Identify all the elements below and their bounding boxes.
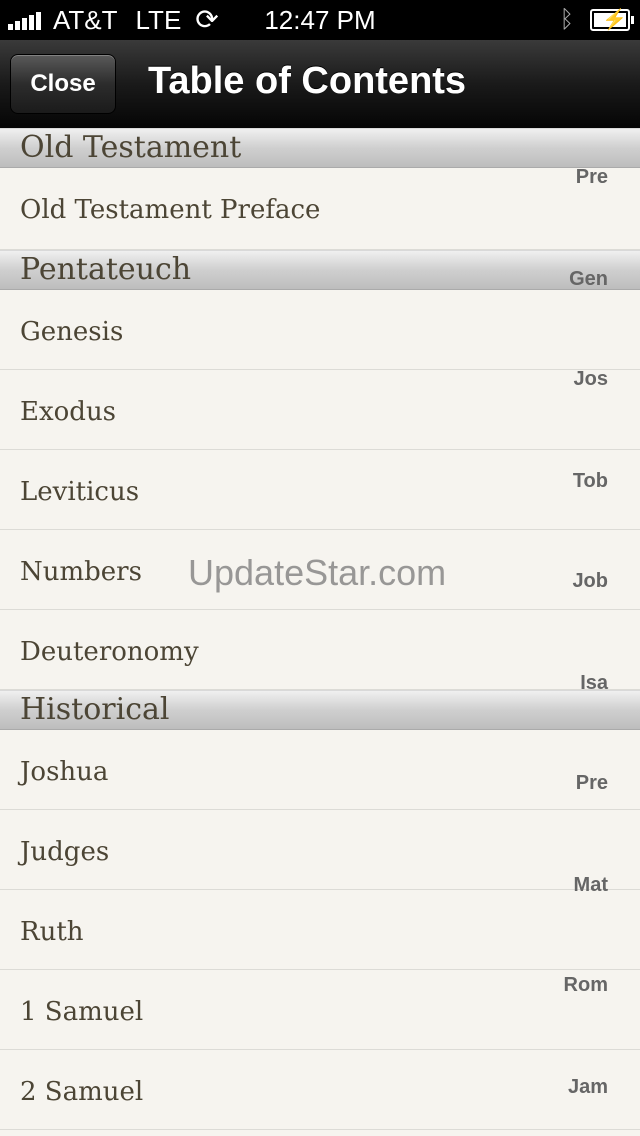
toc-row-deuteronomy[interactable]: Deuteronomy xyxy=(0,610,640,690)
close-button[interactable]: Close xyxy=(10,54,116,114)
section-header-historical: Historical xyxy=(0,690,640,730)
toc-row-2-samuel[interactable]: 2 Samuel xyxy=(0,1050,640,1130)
index-item-mat[interactable]: Mat xyxy=(574,874,608,897)
index-item-isa[interactable]: Isa xyxy=(580,672,608,695)
toc-row-exodus[interactable]: Exodus xyxy=(0,370,640,450)
index-item-rom[interactable]: Rom xyxy=(564,974,608,997)
watermark: UpdateStar.com xyxy=(188,552,447,593)
toc-row-1-samuel[interactable]: 1 Samuel xyxy=(0,970,640,1050)
toc-row-ruth[interactable]: Ruth xyxy=(0,890,640,970)
toc-row-leviticus[interactable]: Leviticus xyxy=(0,450,640,530)
index-item-jam[interactable]: Jam xyxy=(568,1076,608,1099)
index-item-pre-2[interactable]: Pre xyxy=(576,772,608,795)
toc-row-judges[interactable]: Judges xyxy=(0,810,640,890)
page-title: Table of Contents xyxy=(148,60,467,102)
toc-row-old-testament-preface[interactable]: Old Testament Preface xyxy=(0,168,640,250)
status-time: 12:47 PM xyxy=(264,5,376,35)
status-right: ᛒ ⚡ xyxy=(559,4,634,36)
nav-bar: Close Table of Contents xyxy=(0,40,640,129)
bluetooth-icon: ᛒ xyxy=(559,6,574,33)
index-item-gen[interactable]: Gen xyxy=(569,268,608,291)
battery-icon: ⚡ xyxy=(590,9,634,31)
section-header-pentateuch: Pentateuch xyxy=(0,250,640,290)
section-header-old-testament: Old Testament xyxy=(0,128,640,168)
toc-row-genesis[interactable]: Genesis xyxy=(0,290,640,370)
status-bar: AT&T LTE ⟳ 12:47 PM ᛒ ⚡ xyxy=(0,0,640,40)
index-item-job[interactable]: Job xyxy=(572,570,608,593)
section-index-bar[interactable]: Pre Gen Jos Tob Job Isa Pre Mat Rom Jam xyxy=(560,160,640,1120)
toc-list: Old Testament Old Testament Preface Pent… xyxy=(0,128,640,1130)
index-item-pre[interactable]: Pre xyxy=(576,166,608,189)
toc-row-joshua[interactable]: Joshua xyxy=(0,730,640,810)
index-item-tob[interactable]: Tob xyxy=(573,470,608,493)
index-item-jos[interactable]: Jos xyxy=(574,368,608,391)
